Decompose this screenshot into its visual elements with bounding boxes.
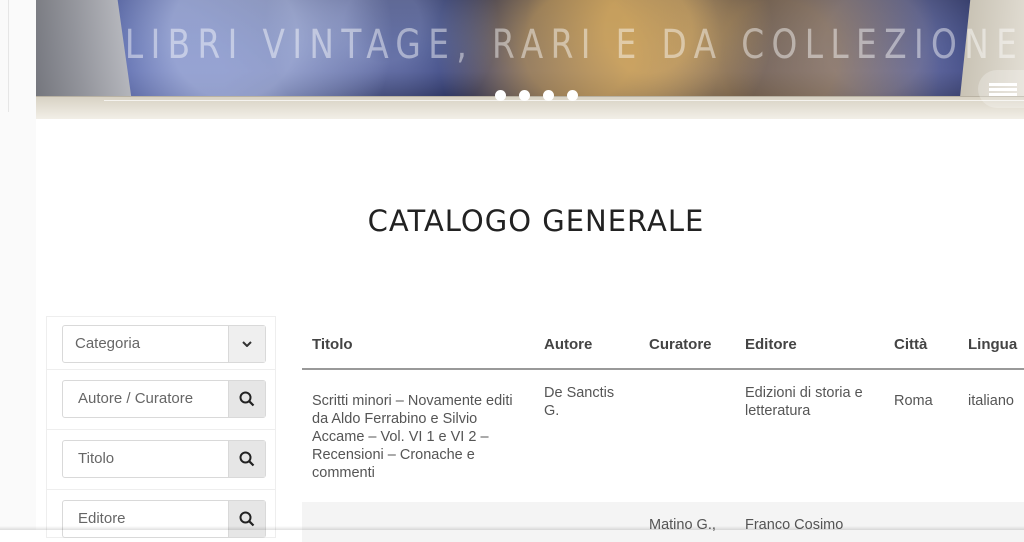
categoria-dropdown-button[interactable] xyxy=(228,326,265,362)
table-row[interactable]: Matino G., Franco Cosimo xyxy=(302,502,1024,542)
slider-dot-3[interactable] xyxy=(543,90,554,101)
cell-titolo[interactable]: Scritti minori – Novamente editi da Aldo… xyxy=(312,392,528,482)
cell-curatore: Matino G., xyxy=(649,517,716,533)
cell-editore: Edizioni di storia e letteratura xyxy=(745,385,863,419)
cell-citta: Roma xyxy=(894,393,933,409)
titolo-field[interactable]: Titolo xyxy=(62,440,266,478)
editore-placeholder: Editore xyxy=(78,510,126,527)
bottom-shadow xyxy=(0,526,1024,530)
column-header-autore[interactable]: Autore xyxy=(544,336,592,353)
left-edge-line xyxy=(8,0,9,112)
titolo-search-button[interactable] xyxy=(228,441,265,477)
autore-curatore-placeholder: Autore / Curatore xyxy=(78,390,194,407)
hero-title: LIBRI VINTAGE, RARI E DA COLLEZIONE xyxy=(124,22,1024,68)
titolo-placeholder: Titolo xyxy=(78,450,115,467)
search-icon xyxy=(239,511,255,527)
categoria-select-label: Categoria xyxy=(75,335,141,352)
page-title: CATALOGO GENERALE xyxy=(367,204,705,238)
cell-autore: De Sanctis G. xyxy=(544,385,615,419)
autore-curatore-field[interactable]: Autore / Curatore xyxy=(62,380,266,418)
categoria-select[interactable]: Categoria xyxy=(62,325,266,363)
table-header: Titolo Autore Curatore Editore Città Lin… xyxy=(302,316,1024,370)
slider-dots xyxy=(495,90,578,101)
menu-button[interactable] xyxy=(978,70,1024,108)
filter-sidebar: Categoria Autore / Curatore Titolo Edito… xyxy=(46,316,276,538)
search-icon xyxy=(239,391,255,407)
autore-search-button[interactable] xyxy=(228,381,265,417)
left-margin xyxy=(0,0,36,530)
column-header-curatore[interactable]: Curatore xyxy=(649,336,712,353)
table-row[interactable]: Scritti minori – Novamente editi da Aldo… xyxy=(302,370,1024,500)
slider-dot-2[interactable] xyxy=(519,90,530,101)
search-icon xyxy=(239,451,255,467)
hamburger-menu-icon xyxy=(989,83,1017,86)
hamburger-menu-icon-bar xyxy=(989,93,1017,96)
column-header-editore[interactable]: Editore xyxy=(745,336,797,353)
slider-dot-4[interactable] xyxy=(567,90,578,101)
filter-divider xyxy=(47,429,275,430)
editore-search-button[interactable] xyxy=(228,501,265,537)
column-header-titolo[interactable]: Titolo xyxy=(312,336,353,353)
chevron-down-icon xyxy=(242,341,252,347)
filter-divider xyxy=(47,489,275,490)
slider-dot-1[interactable] xyxy=(495,90,506,101)
hamburger-menu-icon-bar xyxy=(989,88,1017,91)
cell-editore: Franco Cosimo xyxy=(745,517,844,533)
editore-field[interactable]: Editore xyxy=(62,500,266,538)
column-header-citta[interactable]: Città xyxy=(894,336,927,353)
column-header-lingua[interactable]: Lingua xyxy=(968,336,1017,353)
filter-divider xyxy=(47,369,275,370)
cell-lingua: italiano xyxy=(968,393,1014,409)
